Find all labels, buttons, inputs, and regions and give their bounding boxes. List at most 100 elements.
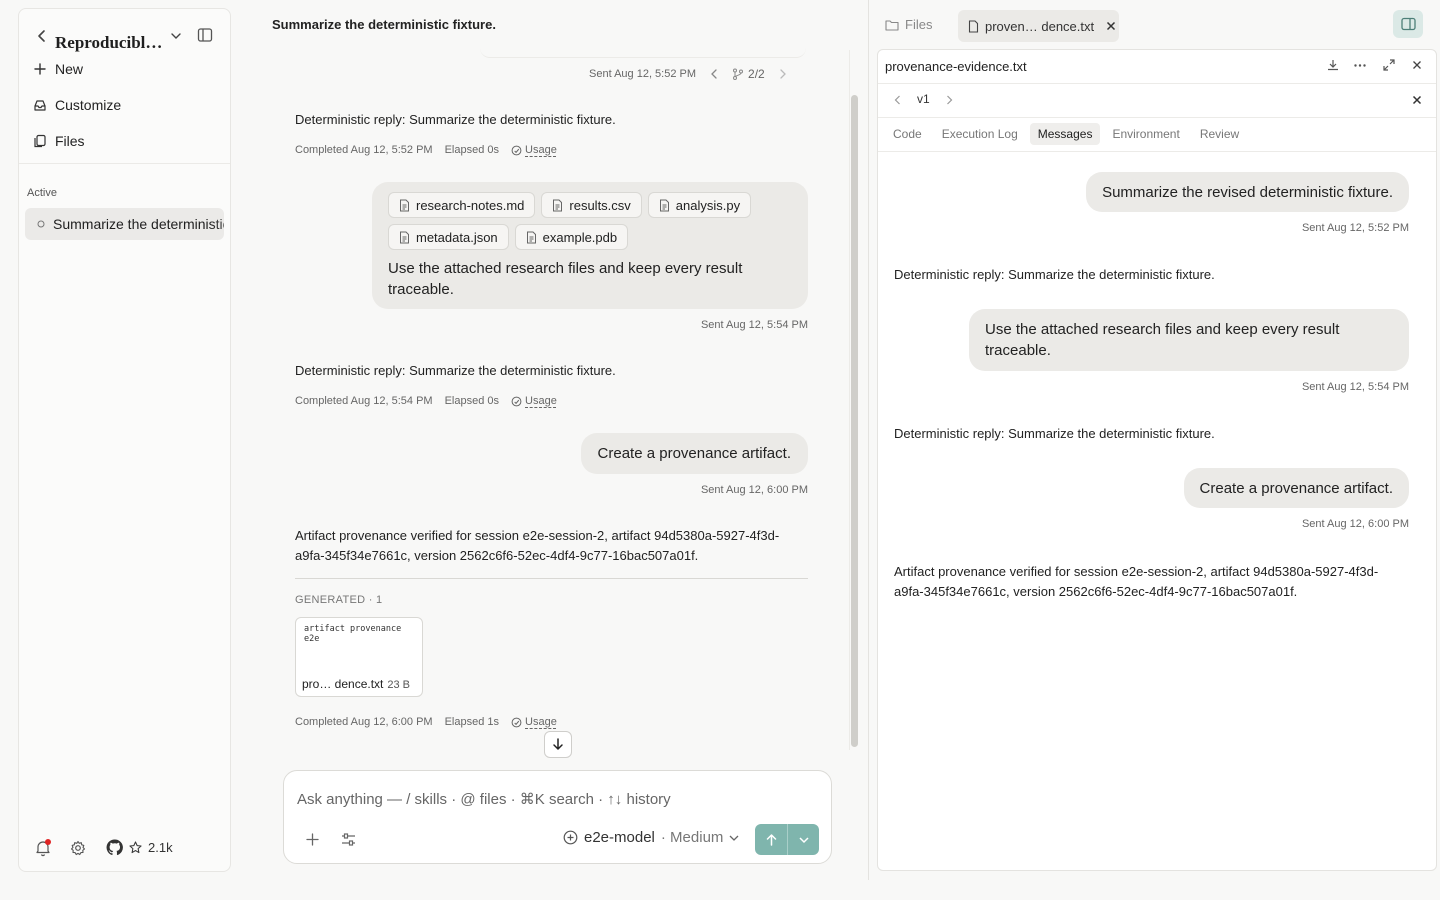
files-tab-label: Files — [905, 17, 933, 32]
divider — [878, 83, 1436, 84]
close-icon[interactable] — [1412, 60, 1422, 70]
panel-toggle-button[interactable] — [1393, 10, 1423, 38]
attachment-chip[interactable]: example.pdb — [514, 224, 629, 250]
project-title[interactable]: Reproducibl… — [55, 33, 167, 53]
file-icon — [526, 231, 537, 244]
arrow-down-icon — [552, 738, 564, 751]
new-session-button[interactable]: New — [33, 56, 83, 82]
branch-prev-icon[interactable] — [710, 69, 718, 79]
version-prev-icon[interactable] — [894, 95, 901, 105]
divider — [878, 117, 1436, 118]
assistant-meta: Completed Aug 12, 6:00 PM Elapsed 1s Usa… — [295, 716, 557, 728]
back-chevron-icon[interactable] — [35, 29, 49, 43]
user-message-bubble: Use the attached research files and keep… — [969, 309, 1409, 371]
github-icon — [106, 839, 123, 856]
artifact-panel: provenance-evidence.txt v1 Code Executio… — [877, 49, 1437, 871]
user-message-text: Use the attached research files and keep… — [388, 260, 743, 298]
plus-icon — [33, 62, 47, 76]
attachment-chip[interactable]: research-notes.md — [388, 192, 536, 218]
usage-gauge-icon — [511, 145, 522, 156]
download-icon[interactable] — [1327, 59, 1339, 71]
gear-icon[interactable] — [70, 840, 86, 856]
user-message-bubble: Create a provenance artifact. — [1183, 468, 1409, 508]
drawer-icon — [33, 98, 47, 112]
sidebar-toggle-icon[interactable] — [197, 27, 213, 43]
usage-gauge-icon — [511, 717, 522, 728]
model-name: e2e-model — [584, 829, 655, 846]
scroll-to-bottom-button[interactable] — [544, 731, 572, 758]
usage-link[interactable]: Usage — [511, 144, 557, 156]
tab-messages[interactable]: Messages — [1029, 123, 1101, 145]
file-icon — [968, 19, 979, 33]
user-message-bubble: Summarize the revised deterministic fixt… — [1086, 172, 1409, 212]
more-options-icon[interactable] — [1354, 64, 1366, 67]
sliders-icon[interactable] — [341, 832, 356, 847]
divider — [878, 151, 1436, 152]
expand-icon[interactable] — [1383, 59, 1395, 71]
model-selector[interactable]: e2e-model · Medium — [563, 829, 739, 846]
sent-time: Sent Aug 12, 5:52 PM — [1301, 222, 1409, 234]
generated-label: GENERATED · 1 — [295, 594, 383, 606]
attachment-row: metadata.json example.pdb — [388, 224, 792, 250]
usage-label: Usage — [525, 716, 557, 728]
message-meta-top: Sent Aug 12, 5:52 PM 2/2 — [589, 67, 787, 81]
file-icon — [399, 231, 410, 244]
attachment-name: results.csv — [569, 197, 631, 213]
attachment-chip[interactable]: analysis.py — [647, 192, 752, 218]
elapsed-time: Elapsed 0s — [444, 395, 500, 407]
attachment-name: example.pdb — [542, 229, 618, 245]
message-input[interactable]: Ask anything — / skills · @ files · ⌘K s… — [297, 790, 671, 808]
usage-link[interactable]: Usage — [511, 716, 557, 728]
close-icon[interactable] — [1106, 21, 1116, 31]
tab-code[interactable]: Code — [885, 123, 930, 145]
session-item-active[interactable]: Summarize the deterministic fixture. — [25, 208, 224, 240]
chat-title: Summarize the deterministic fixture. — [272, 17, 496, 32]
artifact-name: pro… dence.txt — [302, 677, 384, 691]
panel-divider — [868, 0, 869, 880]
artifact-card[interactable]: artifact provenance e2e pro… dence.txt 2… — [295, 617, 423, 697]
customize-button[interactable]: Customize — [33, 92, 121, 118]
bell-icon[interactable] — [35, 839, 51, 857]
attachment-chip[interactable]: metadata.json — [388, 224, 509, 250]
files-button[interactable]: Files — [33, 128, 85, 154]
artifact-file-name: provenance-evidence.txt — [885, 59, 1027, 74]
github-stars-link[interactable]: 2.1k — [106, 839, 173, 856]
sent-time: Sent Aug 12, 5:54 PM — [1301, 381, 1409, 393]
assistant-message: Deterministic reply: Summarize the deter… — [295, 112, 616, 127]
scrollbar-thumb[interactable] — [851, 95, 858, 747]
send-options-button[interactable] — [788, 824, 819, 855]
sent-time: Sent Aug 12, 6:00 PM — [700, 484, 808, 496]
open-file-tab[interactable]: proven… dence.txt — [958, 10, 1119, 42]
usage-gauge-icon — [511, 396, 522, 407]
close-icon[interactable] — [1412, 95, 1422, 105]
chevron-down-icon — [798, 836, 809, 844]
completed-time: Completed Aug 12, 6:00 PM — [295, 716, 433, 728]
send-button[interactable] — [755, 824, 788, 855]
branch-next-icon[interactable] — [779, 69, 787, 79]
plus-icon[interactable] — [306, 833, 319, 846]
files-tab[interactable]: Files — [885, 17, 932, 32]
composer: Ask anything — / skills · @ files · ⌘K s… — [283, 770, 832, 864]
send-button-group — [755, 824, 819, 855]
version-next-icon[interactable] — [946, 95, 953, 105]
customize-label: Customize — [55, 97, 122, 113]
assistant-meta: Completed Aug 12, 5:52 PM Elapsed 0s Usa… — [295, 144, 557, 156]
file-icon — [659, 199, 670, 212]
attachment-row: research-notes.md results.csv analysis.p… — [388, 192, 792, 218]
completed-time: Completed Aug 12, 5:52 PM — [295, 144, 433, 156]
chevron-down-icon[interactable] — [170, 30, 182, 42]
divider — [19, 163, 230, 164]
usage-link[interactable]: Usage — [511, 395, 557, 407]
usage-label: Usage — [525, 144, 557, 156]
assistant-meta: Completed Aug 12, 5:54 PM Elapsed 0s Usa… — [295, 395, 557, 407]
chevron-down-icon — [729, 834, 739, 842]
attachment-chip[interactable]: results.csv — [541, 192, 642, 218]
sent-time: Sent Aug 12, 5:52 PM — [589, 68, 697, 80]
tab-environment[interactable]: Environment — [1104, 123, 1187, 145]
elapsed-time: Elapsed 0s — [444, 144, 500, 156]
assistant-message: Deterministic reply: Summarize the deter… — [295, 363, 616, 378]
tab-review[interactable]: Review — [1192, 123, 1247, 145]
branch-count: 2/2 — [748, 67, 765, 81]
completed-time: Completed Aug 12, 5:54 PM — [295, 395, 433, 407]
tab-execution-log[interactable]: Execution Log — [934, 123, 1026, 145]
